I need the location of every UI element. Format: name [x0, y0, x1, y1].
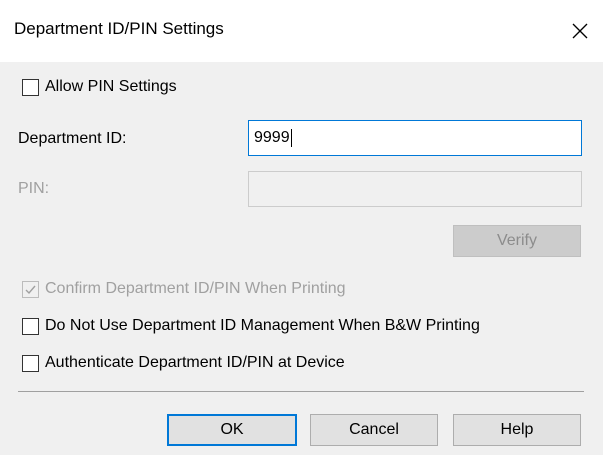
checkmark-icon: [25, 285, 36, 294]
close-icon: [572, 23, 588, 39]
allow-pin-settings-checkbox-row[interactable]: Allow PIN Settings: [22, 78, 177, 96]
allow-pin-settings-checkbox[interactable]: [22, 78, 39, 96]
footer-separator: [18, 391, 584, 392]
cancel-button[interactable]: Cancel: [310, 414, 438, 446]
no-bw-management-checkbox[interactable]: [22, 317, 39, 335]
department-id-input[interactable]: 9999: [248, 120, 582, 156]
verify-button-label: Verify: [496, 232, 537, 249]
authenticate-device-checkbox-row[interactable]: Authenticate Department ID/PIN at Device: [22, 354, 345, 372]
verify-button[interactable]: Verify: [453, 225, 581, 257]
department-pin-dialog: Department ID/PIN Settings Allow PIN Set…: [0, 0, 603, 455]
close-button[interactable]: [557, 0, 603, 62]
confirm-pin-label: Confirm Department ID/PIN When Printing: [45, 280, 346, 297]
department-id-label: Department ID:: [18, 130, 127, 147]
pin-input[interactable]: [248, 171, 582, 207]
ok-button[interactable]: OK: [167, 414, 297, 446]
help-button-label: Help: [500, 421, 534, 438]
confirm-pin-checkbox[interactable]: [22, 280, 39, 298]
department-id-value: 9999: [254, 129, 290, 146]
confirm-pin-checkbox-row[interactable]: Confirm Department ID/PIN When Printing: [22, 280, 346, 298]
pin-label: PIN:: [18, 180, 50, 197]
authenticate-device-checkbox[interactable]: [22, 354, 39, 372]
ok-button-label: OK: [220, 421, 244, 438]
allow-pin-settings-label: Allow PIN Settings: [45, 78, 177, 95]
title-bar: Department ID/PIN Settings: [0, 0, 603, 62]
no-bw-management-label: Do Not Use Department ID Management When…: [45, 317, 480, 334]
authenticate-device-label: Authenticate Department ID/PIN at Device: [45, 354, 345, 371]
no-bw-management-checkbox-row[interactable]: Do Not Use Department ID Management When…: [22, 317, 480, 335]
help-button[interactable]: Help: [453, 414, 581, 446]
dialog-title: Department ID/PIN Settings: [14, 19, 224, 38]
cancel-button-label: Cancel: [349, 421, 399, 438]
text-caret: [290, 129, 292, 147]
